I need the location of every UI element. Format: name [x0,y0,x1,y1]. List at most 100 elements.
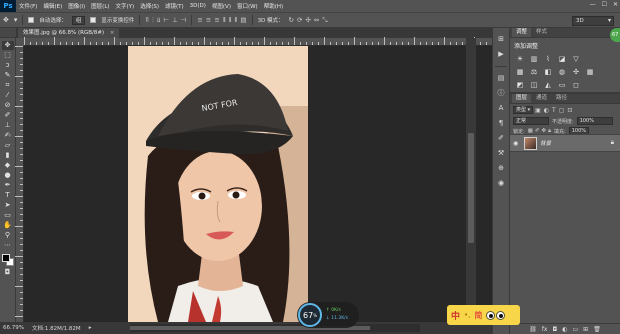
ime-toolbar[interactable]: 中 •, 简 [447,305,520,325]
new-layer-icon[interactable]: ⊞ [583,326,588,333]
ime-chinese-mode[interactable]: 中 [451,309,460,322]
align-right-icon[interactable]: ⊣ [181,16,187,25]
notification-badge[interactable]: 67 [610,28,620,42]
clone-stamp-tool-icon[interactable]: ⊥ [2,121,14,130]
filter-shape-icon[interactable]: ▢ [559,107,565,114]
actions-panel-icon[interactable]: ▶ [495,49,507,60]
threshold-icon[interactable]: ◭ [543,81,553,90]
3d-pan-icon[interactable]: ✣ [305,16,310,25]
menu-edit[interactable]: 编辑(E) [40,2,65,10]
layer-background[interactable]: ◉ 背景 🔒︎ [510,134,620,152]
quick-mask-icon[interactable]: ◘ [2,268,14,277]
delete-layer-icon[interactable]: 🗑︎ [593,326,601,333]
menu-layer[interactable]: 图层(L) [88,2,112,10]
channel-mixer-icon[interactable]: ✣ [571,68,581,77]
align-bottom-icon[interactable]: ⫫ [157,16,161,25]
ime-mascot-icon[interactable] [486,310,506,320]
properties-panel-icon[interactable]: ▤ [495,73,507,84]
transform-controls-checkbox[interactable] [90,17,97,23]
vertical-scrollbar[interactable] [466,38,476,322]
distribute-center-icon[interactable]: ⦀ [229,16,232,25]
invert-icon[interactable]: ◩ [515,81,525,90]
tab-channels[interactable]: 通道 [532,94,552,103]
exposure-icon[interactable]: ◪ [557,55,567,64]
filter-type-icon[interactable]: T [552,107,556,114]
filter-adjustment-icon[interactable]: ◐ [544,107,549,114]
menu-3d[interactable]: 3D(D) [187,3,209,9]
black-white-icon[interactable]: ◧ [543,68,553,77]
ime-punctuation[interactable]: •, [464,311,470,319]
opacity-input[interactable]: 100% [576,117,613,125]
menu-image[interactable]: 图像(I) [65,2,88,10]
info-panel-icon[interactable]: ⓘ [495,88,507,99]
distribute-bottom-icon[interactable]: ≡ [214,16,219,25]
3d-slide-icon[interactable]: ⇔ [314,16,319,25]
vertical-ruler[interactable] [15,46,24,322]
3d-scale-icon[interactable]: ⤡ [322,16,327,25]
3d-roll-icon[interactable]: ⟳ [297,16,302,25]
distribute-top-icon[interactable]: ≡ [197,16,202,25]
3d-panel-icon[interactable]: ◉ [495,178,507,189]
menu-file[interactable]: 文件(F) [16,2,40,10]
pen-tool-icon[interactable]: ✒ [2,181,14,190]
clone-source-icon[interactable]: ⊕ [495,163,507,174]
link-layers-icon[interactable]: ⛓ [529,326,537,333]
blur-tool-icon[interactable]: ◆ [2,161,14,170]
align-middle-icon[interactable]: ⫶ [152,16,154,25]
color-swatches[interactable] [1,253,15,267]
new-adjustment-layer-icon[interactable]: ◐ [562,326,567,333]
align-center-icon[interactable]: ⊥ [172,16,178,25]
auto-select-dropdown[interactable]: 组 [71,15,86,25]
color-lookup-icon[interactable]: ▦ [585,68,595,77]
ime-simplified[interactable]: 简 [474,310,482,321]
menu-type[interactable]: 文字(Y) [113,2,138,10]
toolbar-header[interactable] [0,28,16,38]
healing-brush-tool-icon[interactable]: ⊘ [2,101,14,110]
filter-smart-object-icon[interactable]: ⊡ [567,107,572,114]
curves-icon[interactable]: ⌇ [543,55,553,64]
close-tab-icon[interactable]: × [110,30,115,36]
type-tool-icon[interactable]: T [2,191,14,200]
brush-panel-icon[interactable]: ✐ [495,133,507,144]
layer-filter-dropdown[interactable]: 类型 ▾ [513,106,534,114]
eyedropper-tool-icon[interactable]: ⁄ [2,91,14,100]
new-group-icon[interactable]: ▭ [572,326,578,333]
status-menu-arrow-icon[interactable]: ▸ [89,325,92,331]
visibility-eye-icon[interactable]: ◉ [513,140,521,147]
distribute-right-icon[interactable]: ⦀ [235,16,238,25]
quick-select-tool-icon[interactable]: ✎ [2,71,14,80]
move-tool-icon[interactable]: ✥ [1,41,14,50]
menu-filter[interactable]: 滤镜(T) [162,2,187,10]
zoom-level[interactable]: 66.79% [3,325,24,331]
close-button[interactable]: ✕ [613,1,618,8]
tab-paths[interactable]: 路径 [552,94,572,103]
network-speed-widget[interactable]: 67% ↑ 0K/s ↓ 11.3K/s [297,302,359,328]
photo-filter-icon[interactable]: ◍ [557,68,567,77]
document-tab[interactable]: 效果图.jpg @ 66.8% (RGB/8#) × [18,28,120,38]
distribute-middle-icon[interactable]: ≡ [206,16,211,25]
menu-help[interactable]: 帮助(H) [261,2,286,10]
3d-rotate-icon[interactable]: ↻ [289,16,294,25]
brightness-contrast-icon[interactable]: ☀ [515,55,525,64]
crop-tool-icon[interactable]: ⌗ [2,81,14,90]
horizontal-ruler[interactable] [24,37,492,46]
workspace-dropdown[interactable]: 3D [572,16,614,26]
color-balance-icon[interactable]: ⚖ [529,68,539,77]
lasso-tool-icon[interactable]: ↄ [2,61,14,70]
layer-style-icon[interactable]: fx [542,326,548,333]
paragraph-panel-icon[interactable]: ¶ [495,118,507,129]
auto-select-checkbox[interactable] [28,17,35,23]
auto-align-icon[interactable]: ▤ [240,16,246,25]
blend-mode-dropdown[interactable]: 正常 [513,117,549,125]
menu-view[interactable]: 视图(V) [209,2,234,10]
menu-window[interactable]: 窗口(W) [234,2,261,10]
align-left-icon[interactable]: ⊢ [163,16,169,25]
selective-color-icon[interactable]: ◻ [571,81,581,90]
history-brush-tool-icon[interactable]: ✍ [2,131,14,140]
photo-image[interactable]: NOT FOR [128,46,308,322]
gradient-map-icon[interactable]: ▭ [557,81,567,90]
dodge-tool-icon[interactable]: ● [2,171,14,180]
horizontal-scrollbar[interactable] [130,324,420,332]
menu-select[interactable]: 选择(S) [137,2,162,10]
foreground-color-swatch[interactable] [1,254,10,262]
